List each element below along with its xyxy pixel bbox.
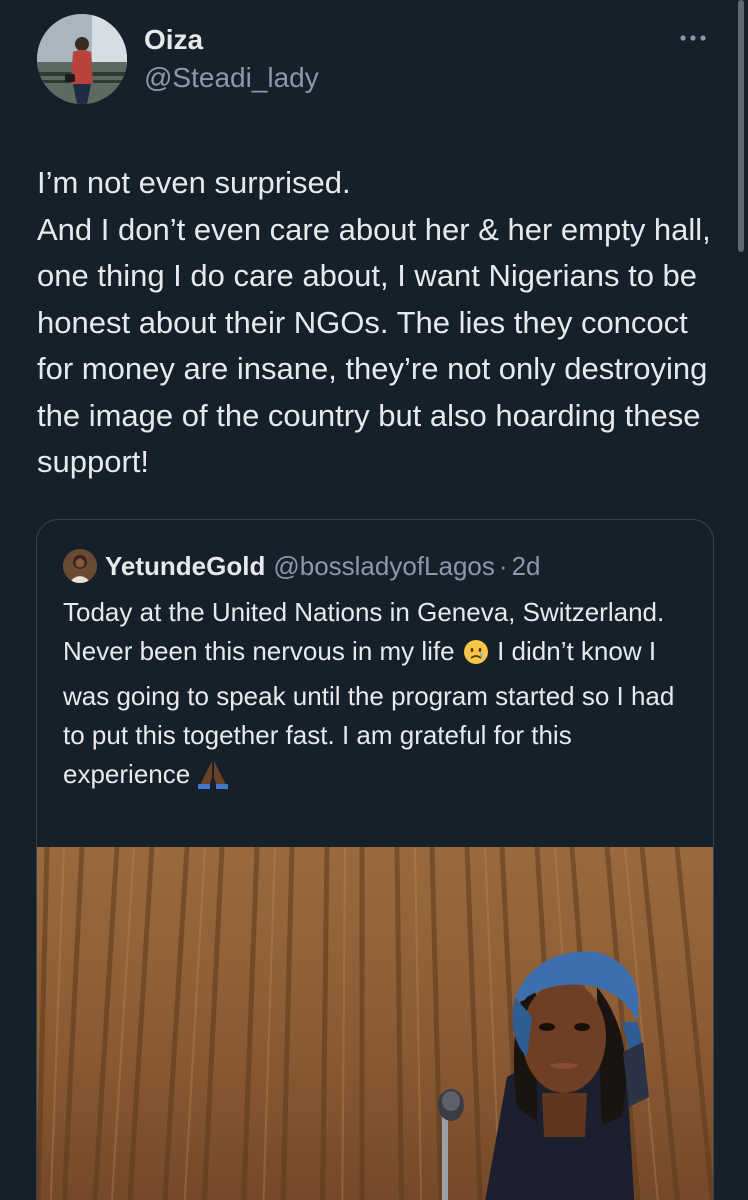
tweet-text: I’m not even surprised. And I don’t even… bbox=[37, 160, 727, 486]
author-name[interactable]: Oiza bbox=[144, 24, 203, 56]
quoted-author-name[interactable]: YetundeGold bbox=[105, 551, 265, 582]
tweet-detail-screen: Oiza @Steadi_lady I’m not even surprised… bbox=[0, 0, 748, 1200]
folded-hands-emoji bbox=[197, 759, 229, 800]
more-horizontal-icon[interactable] bbox=[678, 30, 708, 46]
quoted-author-handle[interactable]: @bossladyofLagos bbox=[273, 551, 495, 582]
tweet-text-line: I’m not even surprised. bbox=[37, 165, 351, 200]
crying-face-emoji bbox=[462, 638, 490, 677]
author-handle[interactable]: @Steadi_lady bbox=[144, 62, 319, 94]
tweet-text-line: And I don’t even care about her & her em… bbox=[37, 211, 711, 480]
separator-dot: · bbox=[498, 550, 508, 581]
quoted-tweet-text: Today at the United Nations in Geneva, S… bbox=[63, 593, 693, 800]
quoted-author-avatar bbox=[63, 549, 97, 583]
quoted-tweet-card[interactable]: YetundeGold @bossladyofLagos · 2d Today … bbox=[36, 519, 714, 1200]
quoted-tweet-photo[interactable] bbox=[37, 847, 713, 1200]
quoted-tweet-header: YetundeGold @bossladyofLagos · 2d bbox=[63, 549, 540, 583]
quoted-tweet-timestamp[interactable]: 2d bbox=[512, 551, 541, 582]
scrollbar[interactable] bbox=[738, 0, 744, 252]
author-avatar[interactable] bbox=[37, 14, 127, 104]
